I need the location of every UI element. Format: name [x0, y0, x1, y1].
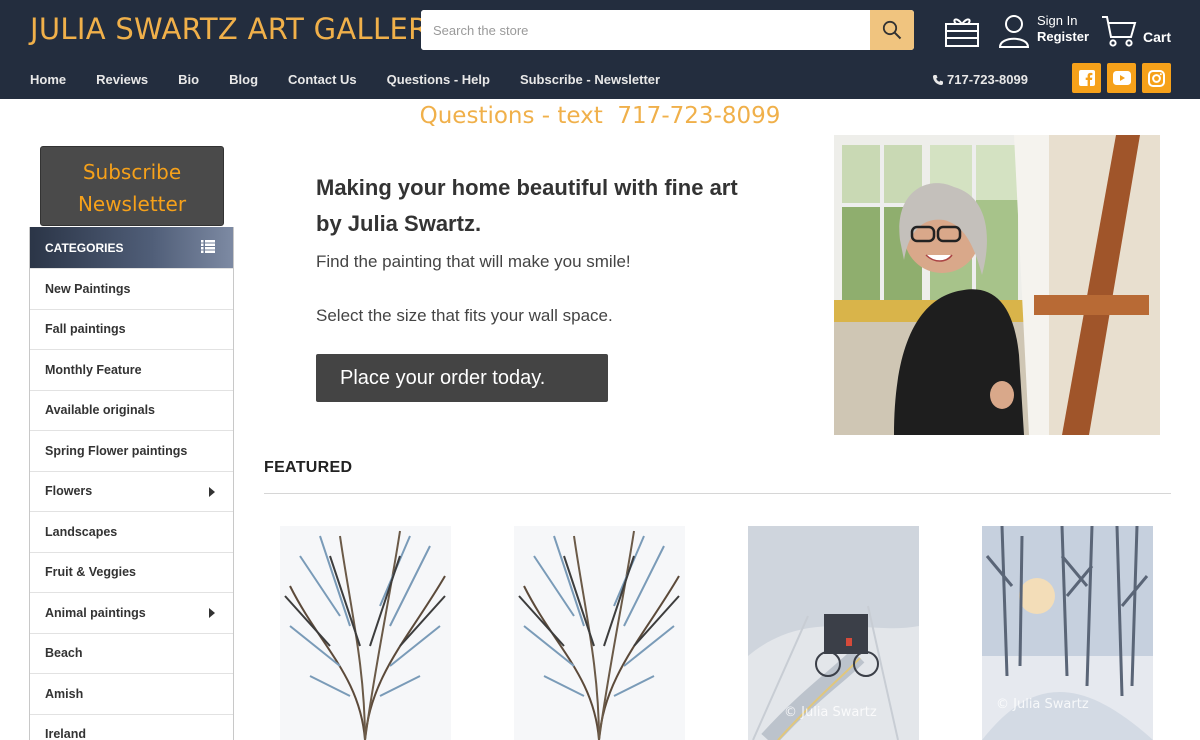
instagram-icon	[1148, 69, 1165, 87]
featured-divider	[264, 493, 1171, 494]
nav-bio[interactable]: Bio	[178, 72, 199, 87]
category-label: Fall paintings	[45, 322, 126, 337]
nav-subscribe-newsletter[interactable]: Subscribe - Newsletter	[520, 72, 660, 87]
category-label: Landscapes	[45, 524, 118, 539]
youtube-icon	[1112, 71, 1131, 85]
category-amish[interactable]: Amish	[30, 673, 233, 714]
category-label: Amish	[45, 686, 84, 701]
cart-icon[interactable]	[1101, 14, 1137, 48]
main-nav: Home Reviews Bio Blog Contact Us Questio…	[30, 72, 690, 87]
categories-title: CATEGORIES	[45, 240, 124, 255]
category-beach[interactable]: Beach	[30, 632, 233, 674]
header-phone[interactable]: 717-723-8099	[932, 72, 1028, 87]
category-label: Ireland	[45, 727, 86, 740]
cart-link[interactable]: Cart	[1143, 29, 1171, 45]
category-landscapes[interactable]: Landscapes	[30, 511, 233, 552]
search-bar	[421, 10, 914, 50]
categories-panel: CATEGORIES New Paintings Fall paintings …	[29, 227, 234, 740]
newsletter-label: Newsletter	[77, 192, 187, 216]
subscribe-newsletter-button[interactable]: Subscribe Newsletter	[40, 146, 224, 226]
category-label: Fruit & Veggies	[45, 565, 136, 580]
hero-text-smile: Find the painting that will make you smi…	[316, 252, 631, 271]
facebook-button[interactable]	[1072, 63, 1101, 93]
place-order-button[interactable]: Place your order today.	[316, 354, 608, 402]
category-spring-flower-paintings[interactable]: Spring Flower paintings	[30, 430, 233, 471]
youtube-button[interactable]	[1107, 63, 1136, 93]
category-label: Available originals	[45, 403, 155, 418]
category-label: Flowers	[45, 484, 93, 499]
nav-reviews[interactable]: Reviews	[96, 72, 148, 87]
hero-title: Making your home beautiful with fine art…	[316, 175, 738, 236]
facebook-icon	[1078, 70, 1095, 86]
category-label: Monthly Feature	[45, 362, 142, 377]
register-link[interactable]: Register	[1037, 29, 1089, 45]
watermark: © Julia Swartz	[784, 705, 877, 720]
category-available-originals[interactable]: Available originals	[30, 389, 233, 431]
site-logo[interactable]: JULIA SWARTZ ART GALLERY	[30, 12, 445, 46]
site-header: JULIA SWARTZ ART GALLERY Sign In Registe…	[0, 0, 1200, 99]
search-input[interactable]	[421, 10, 870, 50]
category-ireland[interactable]: Ireland	[30, 713, 233, 740]
phone-number: 717-723-8099	[947, 72, 1028, 87]
list-icon[interactable]	[201, 240, 215, 253]
contact-tagline: Questions - text 717-723-8099	[419, 103, 781, 129]
nav-home[interactable]: Home	[30, 72, 66, 87]
featured-heading: FEATURED	[264, 459, 353, 476]
account-links: Sign In Register	[1037, 13, 1089, 45]
category-animal-paintings[interactable]: Animal paintings	[30, 592, 233, 633]
product-image[interactable]	[280, 526, 451, 740]
category-fall-paintings[interactable]: Fall paintings	[30, 308, 233, 350]
product-image[interactable]	[514, 526, 685, 740]
category-label: New Paintings	[45, 281, 131, 296]
nav-blog[interactable]: Blog	[229, 72, 258, 87]
category-fruit-veggies[interactable]: Fruit & Veggies	[30, 551, 233, 593]
watermark: © Julia Swartz	[996, 697, 1089, 712]
category-label: Spring Flower paintings	[45, 443, 188, 458]
product-image[interactable]: © Julia Swartz	[982, 526, 1153, 740]
category-monthly-feature[interactable]: Monthly Feature	[30, 349, 233, 390]
phone-icon	[933, 74, 943, 85]
categories-header: CATEGORIES	[30, 227, 233, 268]
nav-contact-us[interactable]: Contact Us	[288, 72, 357, 87]
category-label: Beach	[45, 646, 83, 661]
gift-certificate-icon[interactable]	[944, 14, 980, 48]
artist-photo	[834, 135, 1160, 435]
caret-right-icon[interactable]	[209, 608, 215, 618]
search-button[interactable]	[870, 10, 914, 50]
nav-questions-help[interactable]: Questions - Help	[387, 72, 490, 87]
subscribe-label: Subscribe	[82, 160, 182, 184]
caret-right-icon[interactable]	[209, 486, 215, 497]
user-icon[interactable]	[998, 13, 1030, 49]
sign-in-link[interactable]: Sign In	[1037, 13, 1089, 29]
search-icon	[882, 20, 902, 40]
category-label: Animal paintings	[45, 605, 146, 620]
category-new-paintings[interactable]: New Paintings	[30, 268, 233, 309]
hero-text-size: Select the size that fits your wall spac…	[316, 306, 613, 325]
instagram-button[interactable]	[1142, 63, 1171, 93]
product-image[interactable]: © Julia Swartz	[748, 526, 919, 740]
category-flowers[interactable]: Flowers	[30, 470, 233, 512]
